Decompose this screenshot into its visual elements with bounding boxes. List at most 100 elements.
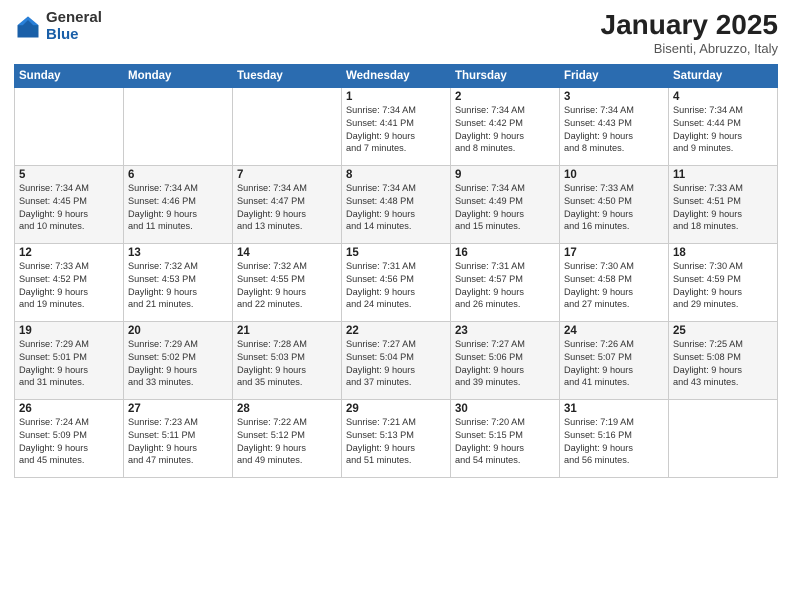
calendar-cell-w3-d2: 13Sunrise: 7:32 AM Sunset: 4:53 PM Dayli… xyxy=(124,243,233,321)
location-subtitle: Bisenti, Abruzzo, Italy xyxy=(601,41,778,56)
calendar-cell-w5-d7 xyxy=(669,399,778,477)
calendar-week-4: 19Sunrise: 7:29 AM Sunset: 5:01 PM Dayli… xyxy=(15,321,778,399)
day-number-w1-d7: 4 xyxy=(673,91,773,103)
logo-text: General Blue xyxy=(46,10,102,43)
calendar-cell-w5-d3: 28Sunrise: 7:22 AM Sunset: 5:12 PM Dayli… xyxy=(233,399,342,477)
day-number-w4-d5: 23 xyxy=(455,325,555,337)
title-section: January 2025 Bisenti, Abruzzo, Italy xyxy=(601,10,778,56)
day-info-w4-d4: Sunrise: 7:27 AM Sunset: 5:04 PM Dayligh… xyxy=(346,338,446,390)
day-number-w2-d7: 11 xyxy=(673,169,773,181)
calendar-cell-w5-d6: 31Sunrise: 7:19 AM Sunset: 5:16 PM Dayli… xyxy=(560,399,669,477)
calendar-cell-w3-d4: 15Sunrise: 7:31 AM Sunset: 4:56 PM Dayli… xyxy=(342,243,451,321)
day-info-w4-d2: Sunrise: 7:29 AM Sunset: 5:02 PM Dayligh… xyxy=(128,338,228,390)
calendar-header-row: Sunday Monday Tuesday Wednesday Thursday… xyxy=(15,64,778,87)
day-number-w2-d5: 9 xyxy=(455,169,555,181)
day-number-w3-d4: 15 xyxy=(346,247,446,259)
day-number-w5-d3: 28 xyxy=(237,403,337,415)
day-info-w2-d5: Sunrise: 7:34 AM Sunset: 4:49 PM Dayligh… xyxy=(455,182,555,234)
day-number-w3-d6: 17 xyxy=(564,247,664,259)
day-number-w4-d2: 20 xyxy=(128,325,228,337)
calendar-cell-w2-d5: 9Sunrise: 7:34 AM Sunset: 4:49 PM Daylig… xyxy=(451,165,560,243)
day-number-w3-d3: 14 xyxy=(237,247,337,259)
calendar-week-5: 26Sunrise: 7:24 AM Sunset: 5:09 PM Dayli… xyxy=(15,399,778,477)
day-number-w4-d6: 24 xyxy=(564,325,664,337)
day-info-w3-d7: Sunrise: 7:30 AM Sunset: 4:59 PM Dayligh… xyxy=(673,260,773,312)
day-info-w4-d3: Sunrise: 7:28 AM Sunset: 5:03 PM Dayligh… xyxy=(237,338,337,390)
day-info-w2-d6: Sunrise: 7:33 AM Sunset: 4:50 PM Dayligh… xyxy=(564,182,664,234)
day-number-w2-d4: 8 xyxy=(346,169,446,181)
page: General Blue January 2025 Bisenti, Abruz… xyxy=(0,0,792,612)
calendar-cell-w3-d1: 12Sunrise: 7:33 AM Sunset: 4:52 PM Dayli… xyxy=(15,243,124,321)
calendar-week-1: 1Sunrise: 7:34 AM Sunset: 4:41 PM Daylig… xyxy=(15,87,778,165)
calendar-cell-w4-d1: 19Sunrise: 7:29 AM Sunset: 5:01 PM Dayli… xyxy=(15,321,124,399)
col-friday: Friday xyxy=(560,64,669,87)
calendar-cell-w2-d4: 8Sunrise: 7:34 AM Sunset: 4:48 PM Daylig… xyxy=(342,165,451,243)
day-info-w4-d1: Sunrise: 7:29 AM Sunset: 5:01 PM Dayligh… xyxy=(19,338,119,390)
day-info-w5-d4: Sunrise: 7:21 AM Sunset: 5:13 PM Dayligh… xyxy=(346,416,446,468)
day-info-w3-d5: Sunrise: 7:31 AM Sunset: 4:57 PM Dayligh… xyxy=(455,260,555,312)
logo-blue-text: Blue xyxy=(46,27,102,44)
day-info-w4-d6: Sunrise: 7:26 AM Sunset: 5:07 PM Dayligh… xyxy=(564,338,664,390)
day-info-w2-d1: Sunrise: 7:34 AM Sunset: 4:45 PM Dayligh… xyxy=(19,182,119,234)
day-info-w5-d1: Sunrise: 7:24 AM Sunset: 5:09 PM Dayligh… xyxy=(19,416,119,468)
calendar-cell-w2-d2: 6Sunrise: 7:34 AM Sunset: 4:46 PM Daylig… xyxy=(124,165,233,243)
col-monday: Monday xyxy=(124,64,233,87)
day-number-w5-d6: 31 xyxy=(564,403,664,415)
day-number-w4-d4: 22 xyxy=(346,325,446,337)
day-number-w1-d6: 3 xyxy=(564,91,664,103)
logo: General Blue xyxy=(14,10,102,43)
logo-icon xyxy=(14,13,42,41)
calendar-cell-w1-d7: 4Sunrise: 7:34 AM Sunset: 4:44 PM Daylig… xyxy=(669,87,778,165)
day-number-w5-d2: 27 xyxy=(128,403,228,415)
calendar-cell-w4-d2: 20Sunrise: 7:29 AM Sunset: 5:02 PM Dayli… xyxy=(124,321,233,399)
calendar-cell-w4-d7: 25Sunrise: 7:25 AM Sunset: 5:08 PM Dayli… xyxy=(669,321,778,399)
calendar-cell-w5-d1: 26Sunrise: 7:24 AM Sunset: 5:09 PM Dayli… xyxy=(15,399,124,477)
calendar-cell-w3-d7: 18Sunrise: 7:30 AM Sunset: 4:59 PM Dayli… xyxy=(669,243,778,321)
calendar-cell-w4-d5: 23Sunrise: 7:27 AM Sunset: 5:06 PM Dayli… xyxy=(451,321,560,399)
day-info-w3-d3: Sunrise: 7:32 AM Sunset: 4:55 PM Dayligh… xyxy=(237,260,337,312)
col-wednesday: Wednesday xyxy=(342,64,451,87)
calendar-cell-w1-d3 xyxy=(233,87,342,165)
day-number-w2-d1: 5 xyxy=(19,169,119,181)
day-info-w3-d6: Sunrise: 7:30 AM Sunset: 4:58 PM Dayligh… xyxy=(564,260,664,312)
calendar-cell-w2-d3: 7Sunrise: 7:34 AM Sunset: 4:47 PM Daylig… xyxy=(233,165,342,243)
day-info-w4-d7: Sunrise: 7:25 AM Sunset: 5:08 PM Dayligh… xyxy=(673,338,773,390)
calendar-cell-w3-d3: 14Sunrise: 7:32 AM Sunset: 4:55 PM Dayli… xyxy=(233,243,342,321)
day-info-w1-d6: Sunrise: 7:34 AM Sunset: 4:43 PM Dayligh… xyxy=(564,104,664,156)
calendar-cell-w4-d4: 22Sunrise: 7:27 AM Sunset: 5:04 PM Dayli… xyxy=(342,321,451,399)
calendar-cell-w1-d1 xyxy=(15,87,124,165)
day-number-w2-d2: 6 xyxy=(128,169,228,181)
calendar-cell-w1-d6: 3Sunrise: 7:34 AM Sunset: 4:43 PM Daylig… xyxy=(560,87,669,165)
col-sunday: Sunday xyxy=(15,64,124,87)
day-info-w2-d3: Sunrise: 7:34 AM Sunset: 4:47 PM Dayligh… xyxy=(237,182,337,234)
day-info-w5-d2: Sunrise: 7:23 AM Sunset: 5:11 PM Dayligh… xyxy=(128,416,228,468)
calendar-cell-w5-d4: 29Sunrise: 7:21 AM Sunset: 5:13 PM Dayli… xyxy=(342,399,451,477)
logo-general-text: General xyxy=(46,10,102,27)
day-number-w5-d1: 26 xyxy=(19,403,119,415)
calendar-week-2: 5Sunrise: 7:34 AM Sunset: 4:45 PM Daylig… xyxy=(15,165,778,243)
day-number-w3-d7: 18 xyxy=(673,247,773,259)
month-title: January 2025 xyxy=(601,10,778,41)
col-tuesday: Tuesday xyxy=(233,64,342,87)
day-info-w2-d2: Sunrise: 7:34 AM Sunset: 4:46 PM Dayligh… xyxy=(128,182,228,234)
day-number-w4-d7: 25 xyxy=(673,325,773,337)
calendar-cell-w2-d1: 5Sunrise: 7:34 AM Sunset: 4:45 PM Daylig… xyxy=(15,165,124,243)
calendar-cell-w4-d3: 21Sunrise: 7:28 AM Sunset: 5:03 PM Dayli… xyxy=(233,321,342,399)
day-number-w3-d1: 12 xyxy=(19,247,119,259)
day-number-w5-d4: 29 xyxy=(346,403,446,415)
calendar-cell-w5-d5: 30Sunrise: 7:20 AM Sunset: 5:15 PM Dayli… xyxy=(451,399,560,477)
day-info-w1-d7: Sunrise: 7:34 AM Sunset: 4:44 PM Dayligh… xyxy=(673,104,773,156)
col-saturday: Saturday xyxy=(669,64,778,87)
header: General Blue January 2025 Bisenti, Abruz… xyxy=(14,10,778,56)
calendar-cell-w3-d6: 17Sunrise: 7:30 AM Sunset: 4:58 PM Dayli… xyxy=(560,243,669,321)
day-info-w5-d5: Sunrise: 7:20 AM Sunset: 5:15 PM Dayligh… xyxy=(455,416,555,468)
day-info-w2-d4: Sunrise: 7:34 AM Sunset: 4:48 PM Dayligh… xyxy=(346,182,446,234)
day-number-w2-d6: 10 xyxy=(564,169,664,181)
day-number-w1-d4: 1 xyxy=(346,91,446,103)
col-thursday: Thursday xyxy=(451,64,560,87)
calendar-cell-w1-d4: 1Sunrise: 7:34 AM Sunset: 4:41 PM Daylig… xyxy=(342,87,451,165)
day-info-w3-d2: Sunrise: 7:32 AM Sunset: 4:53 PM Dayligh… xyxy=(128,260,228,312)
calendar-cell-w2-d7: 11Sunrise: 7:33 AM Sunset: 4:51 PM Dayli… xyxy=(669,165,778,243)
day-info-w2-d7: Sunrise: 7:33 AM Sunset: 4:51 PM Dayligh… xyxy=(673,182,773,234)
day-info-w3-d4: Sunrise: 7:31 AM Sunset: 4:56 PM Dayligh… xyxy=(346,260,446,312)
